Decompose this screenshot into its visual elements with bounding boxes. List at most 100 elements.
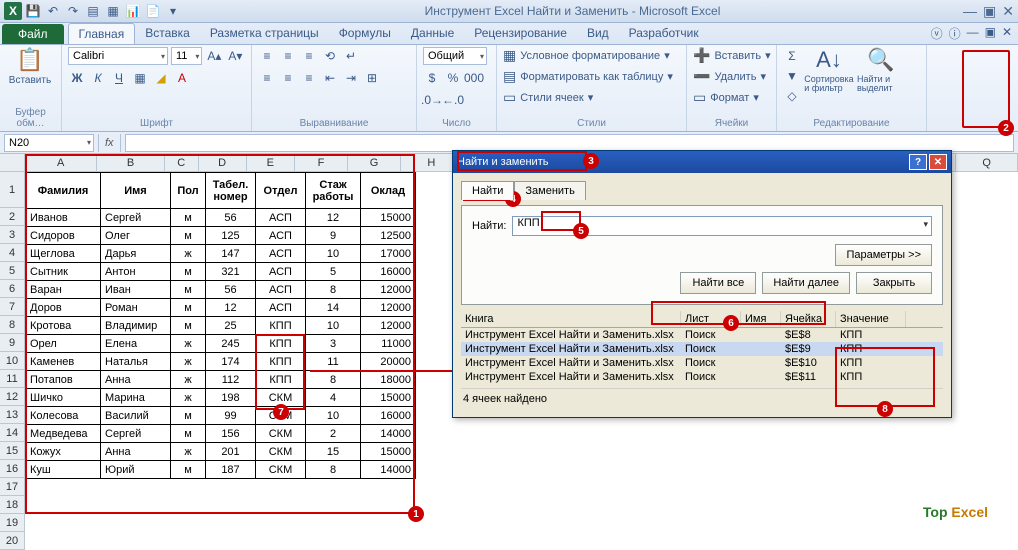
conditional-format-button[interactable]: ▦Условное форматирование ▾ [503, 47, 670, 64]
row-header[interactable]: 15 [0, 442, 25, 460]
undo-icon[interactable]: ↶ [44, 2, 62, 20]
ribbon-tab[interactable]: Рецензирование [464, 23, 577, 44]
close-button[interactable]: Закрыть [856, 272, 932, 294]
indent-inc-icon[interactable]: ⇥ [342, 69, 360, 87]
align-left-icon[interactable]: ≡ [258, 69, 276, 87]
autosum-icon[interactable]: Σ [783, 47, 801, 65]
row-header[interactable]: 2 [0, 208, 25, 226]
ribbon-tab[interactable]: Данные [401, 23, 464, 44]
column-header[interactable]: Q [956, 154, 1018, 172]
select-all-corner[interactable] [0, 154, 25, 172]
row-header[interactable]: 20 [0, 532, 25, 550]
row-header[interactable]: 4 [0, 244, 25, 262]
find-all-button[interactable]: Найти все [680, 272, 756, 294]
paste-button[interactable]: 📋 Вставить [6, 47, 54, 86]
underline-icon[interactable]: Ч [110, 69, 128, 87]
bold-icon[interactable]: Ж [68, 69, 86, 87]
find-next-button[interactable]: Найти далее [762, 272, 850, 294]
params-button[interactable]: Параметры >> [835, 244, 932, 266]
result-row[interactable]: Инструмент Excel Найти и Заменить.xlsxПо… [461, 328, 943, 342]
decrease-font-icon[interactable]: A▾ [226, 47, 244, 65]
group-label: Буфер обм… [6, 107, 55, 129]
file-tab[interactable]: Файл [2, 24, 64, 44]
row-header[interactable]: 1 [0, 172, 25, 208]
currency-icon[interactable]: $ [423, 69, 441, 87]
minimize-ribbon-icon[interactable]: ⓥ [931, 25, 943, 42]
save-icon[interactable]: 💾 [24, 2, 42, 20]
excel-icon[interactable]: X [4, 2, 22, 20]
wnd-min-icon[interactable]: — [967, 25, 979, 42]
delete-cells-button[interactable]: ➖Удалить ▾ [693, 68, 766, 85]
ribbon-tab[interactable]: Разработчик [619, 23, 709, 44]
row-header[interactable]: 12 [0, 388, 25, 406]
font-color-icon[interactable]: A [173, 69, 191, 87]
comma-icon[interactable]: 000 [465, 69, 483, 87]
qat-icon[interactable]: ▤ [84, 2, 102, 20]
row-header[interactable]: 11 [0, 370, 25, 388]
fill-color-icon[interactable]: ◢ [152, 69, 170, 87]
insert-cells-button[interactable]: ➕Вставить ▾ [693, 47, 771, 64]
format-table-button[interactable]: ▤Форматировать как таблицу ▾ [503, 68, 673, 85]
row-header[interactable]: 3 [0, 226, 25, 244]
minimize-icon[interactable]: — [963, 3, 977, 20]
merge-icon[interactable]: ⊞ [363, 69, 381, 87]
row-header[interactable]: 14 [0, 424, 25, 442]
row-header[interactable]: 17 [0, 478, 25, 496]
sort-filter-button[interactable]: A↓ Сортировка и фильтр [805, 47, 853, 93]
row-header[interactable]: 10 [0, 352, 25, 370]
find-select-button[interactable]: 🔍 Найти и выделит [857, 47, 905, 93]
ribbon-tab[interactable]: Вид [577, 23, 619, 44]
fx-icon[interactable]: fx [98, 134, 121, 152]
wrap-text-icon[interactable]: ↵ [342, 47, 360, 65]
inc-decimal-icon[interactable]: .0→ [423, 91, 441, 109]
ribbon-tab[interactable]: Формулы [329, 23, 401, 44]
row-header[interactable]: 9 [0, 334, 25, 352]
fill-icon[interactable]: ▼ [783, 67, 801, 85]
formula-input[interactable] [125, 134, 1014, 152]
tab-replace[interactable]: Заменить [514, 181, 585, 200]
align-top-icon[interactable]: ≡ [258, 47, 276, 65]
dec-decimal-icon[interactable]: ←.0 [444, 91, 462, 109]
align-bot-icon[interactable]: ≡ [300, 47, 318, 65]
align-right-icon[interactable]: ≡ [300, 69, 318, 87]
name-box[interactable]: N20 [4, 134, 94, 152]
row-header[interactable]: 6 [0, 280, 25, 298]
qat-icon[interactable]: ▦ [104, 2, 122, 20]
percent-icon[interactable]: % [444, 69, 462, 87]
dialog-close-icon[interactable]: ✕ [929, 154, 947, 170]
cell-styles-button[interactable]: ▭Стили ячеек ▾ [503, 89, 593, 106]
wnd-close-icon[interactable]: ✕ [1002, 25, 1012, 42]
border-icon[interactable]: ▦ [131, 69, 149, 87]
row-header[interactable]: 16 [0, 460, 25, 478]
row-header[interactable]: 13 [0, 406, 25, 424]
increase-font-icon[interactable]: A▴ [205, 47, 223, 65]
ribbon-tab[interactable]: Вставка [135, 23, 200, 44]
wnd-restore-icon[interactable]: ▣ [985, 25, 996, 42]
row-header[interactable]: 19 [0, 514, 25, 532]
format-cells-button[interactable]: ▭Формат ▾ [693, 89, 759, 106]
font-size-combo[interactable]: 11 [171, 47, 202, 65]
align-mid-icon[interactable]: ≡ [279, 47, 297, 65]
tab-find[interactable]: Найти [461, 181, 514, 200]
close-icon[interactable]: ✕ [1002, 3, 1014, 20]
help-icon[interactable]: ⓘ [949, 25, 961, 42]
row-header[interactable]: 7 [0, 298, 25, 316]
orientation-icon[interactable]: ⟲ [321, 47, 339, 65]
qat-icon[interactable]: 📊 [124, 2, 142, 20]
maximize-icon[interactable]: ▣ [983, 3, 996, 20]
clear-icon[interactable]: ◇ [783, 87, 801, 105]
ribbon-tab[interactable]: Разметка страницы [200, 23, 329, 44]
qat-dropdown-icon[interactable]: ▾ [164, 2, 182, 20]
qat-icon[interactable]: 📄 [144, 2, 162, 20]
indent-dec-icon[interactable]: ⇤ [321, 69, 339, 87]
ribbon-tab[interactable]: Главная [68, 23, 136, 44]
font-name-combo[interactable]: Calibri [68, 47, 168, 65]
align-center-icon[interactable]: ≡ [279, 69, 297, 87]
row-header[interactable]: 5 [0, 262, 25, 280]
row-header[interactable]: 8 [0, 316, 25, 334]
redo-icon[interactable]: ↷ [64, 2, 82, 20]
number-format-combo[interactable]: Общий [423, 47, 487, 65]
dialog-help-icon[interactable]: ? [909, 154, 927, 170]
italic-icon[interactable]: К [89, 69, 107, 87]
row-header[interactable]: 18 [0, 496, 25, 514]
